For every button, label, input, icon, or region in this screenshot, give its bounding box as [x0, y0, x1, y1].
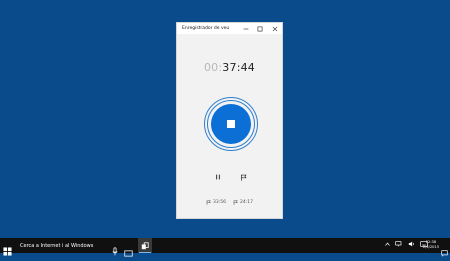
close-button[interactable]	[267, 23, 282, 34]
maximize-icon	[257, 26, 262, 31]
microphone-icon	[112, 247, 118, 256]
taskbar: Cerca a Internet i al Windows 22:38 2/4/…	[0, 238, 450, 257]
pause-icon	[216, 174, 220, 180]
marker-item[interactable]: 33:56	[206, 200, 226, 205]
marker-item[interactable]: 24:17	[233, 200, 253, 205]
timer-minutes-seconds: 37:44	[222, 61, 255, 74]
flag-icon	[233, 200, 238, 205]
task-view-icon	[124, 250, 133, 257]
marker-time: 33:56	[213, 200, 226, 205]
window-title: Enregistrador de veu	[182, 26, 230, 31]
stop-icon	[227, 120, 235, 128]
marker-time: 24:17	[240, 200, 253, 205]
microphone-button[interactable]	[111, 241, 119, 256]
chevron-up-icon[interactable]	[385, 242, 390, 246]
recording-timer: 00:37:44	[177, 61, 282, 74]
notification-icon	[441, 250, 448, 257]
volume-icon[interactable]	[408, 241, 415, 247]
close-icon	[272, 26, 277, 31]
network-icon[interactable]	[395, 241, 403, 247]
flag-icon	[240, 174, 247, 181]
task-view-button[interactable]	[124, 242, 133, 257]
voice-recorder-app-icon	[141, 241, 149, 249]
titlebar: Enregistrador de veu	[177, 23, 282, 34]
search-placeholder: Cerca a Internet i al Windows	[20, 242, 94, 249]
stop-recording-button[interactable]	[211, 104, 251, 144]
search-box[interactable]: Cerca a Internet i al Windows	[15, 239, 105, 252]
pause-button[interactable]	[213, 172, 223, 182]
taskbar-app-voice-recorder[interactable]	[138, 238, 152, 253]
action-center-button[interactable]	[441, 242, 448, 257]
clock-date: 2/4/2015	[422, 245, 439, 249]
recording-indicator	[204, 97, 258, 151]
marker-list: 33:56 24:17	[177, 200, 282, 205]
windows-logo-icon	[3, 247, 12, 256]
system-clock[interactable]: 22:38 2/4/2015	[423, 240, 439, 250]
add-marker-button[interactable]	[238, 172, 248, 182]
timer-hours: 00:	[203, 61, 223, 74]
maximize-button[interactable]	[252, 23, 267, 34]
minimize-button[interactable]	[238, 23, 253, 34]
system-tray	[385, 241, 428, 247]
minimize-icon	[243, 28, 248, 29]
start-button[interactable]	[3, 241, 12, 256]
voice-recorder-window: Enregistrador de veu 00:37:44 33:56 24:1…	[176, 22, 283, 219]
flag-icon	[206, 200, 211, 205]
